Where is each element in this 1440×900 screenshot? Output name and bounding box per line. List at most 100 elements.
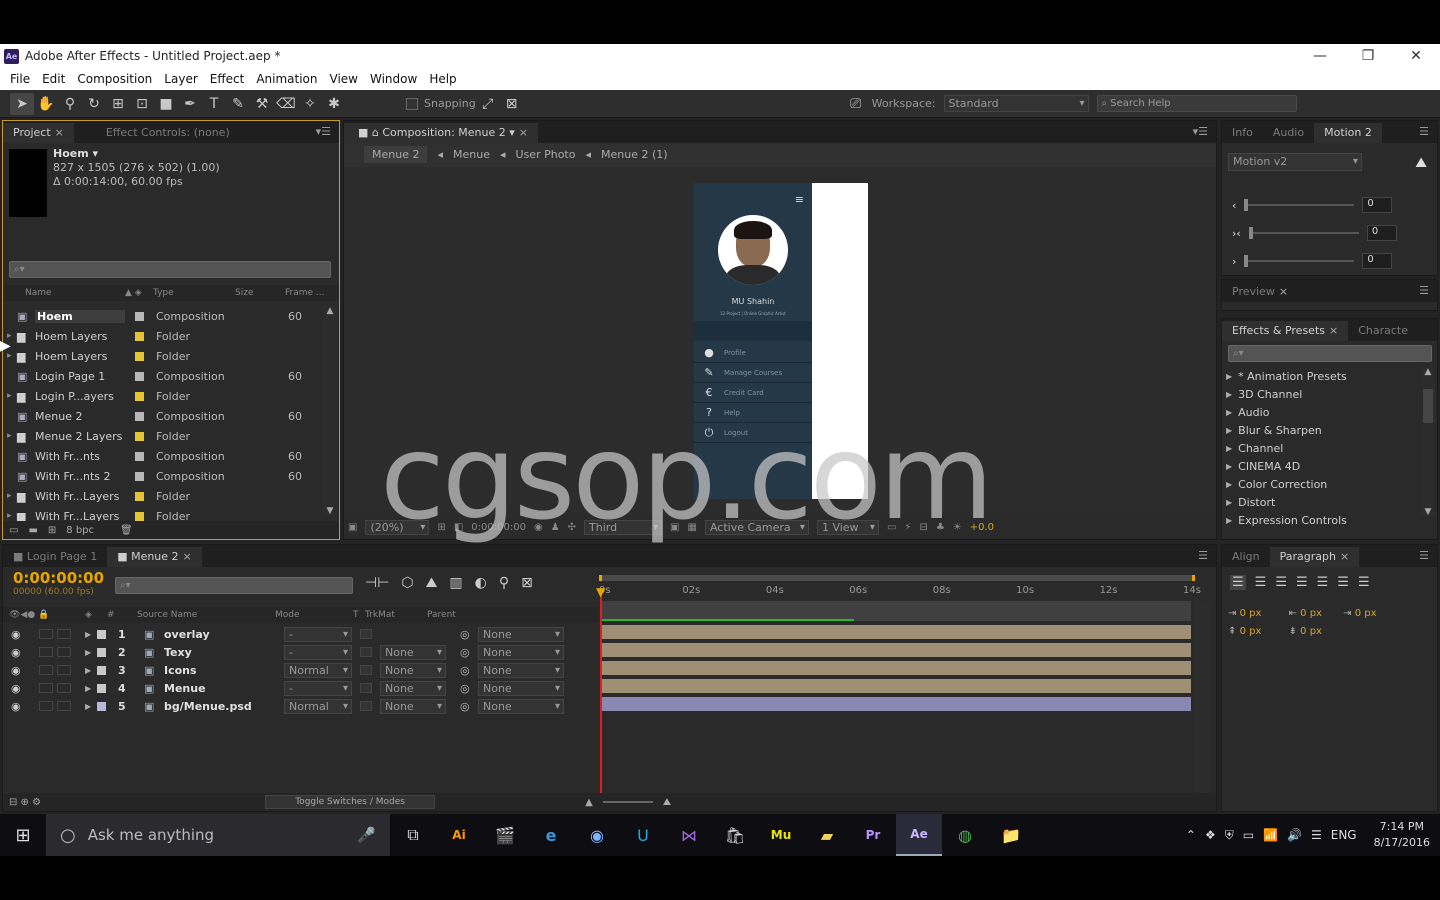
label-color-swatch[interactable] (135, 331, 144, 341)
close-icon[interactable]: × (519, 126, 528, 139)
pickwhip-icon[interactable]: ◎ (460, 664, 478, 677)
panel-menu-icon[interactable]: ☰ (1419, 125, 1429, 138)
volume-icon[interactable]: 🔊 (1287, 828, 1302, 842)
restore-button[interactable]: ❐ (1344, 44, 1392, 68)
pen-tool-icon[interactable]: ✒ (178, 93, 202, 115)
roto-brush-tool-icon[interactable]: ✧ (298, 93, 322, 115)
layer-duration-bar[interactable] (601, 679, 1191, 693)
chrome-icon[interactable]: ◍ (942, 814, 988, 856)
pickwhip-icon[interactable]: ◎ (460, 682, 478, 695)
visual-studio-icon[interactable]: ⋈ (666, 814, 712, 856)
label-color-swatch[interactable] (135, 391, 144, 401)
project-item[interactable]: ▸ ▆ Hoem Layers Folder (3, 326, 321, 346)
lock-switch-icon[interactable] (57, 701, 71, 711)
timeline-layer-row[interactable]: ◉ ▶ 1 ▣ overlay- ◎None (3, 625, 597, 643)
snap-edges-icon[interactable]: ⤢ (476, 93, 500, 115)
solo-icon[interactable] (39, 647, 53, 657)
lock-switch-icon[interactable] (57, 683, 71, 693)
project-item[interactable]: ▸ ▆ Menue 2 Layers Folder (3, 426, 321, 446)
item-name[interactable]: Hoem ▾ (53, 147, 220, 161)
expand-arrow-icon[interactable]: ▶ (1226, 408, 1232, 417)
lock-switch-icon[interactable] (57, 665, 71, 675)
notifications-icon[interactable]: ☰ (1311, 828, 1322, 842)
layer-mode-select[interactable]: - (284, 644, 352, 660)
zoom-out-icon[interactable]: ▲ (585, 797, 593, 808)
menu-help[interactable]: Help (423, 72, 462, 86)
slider-1[interactable] (1244, 199, 1355, 211)
layer-mode-select[interactable]: - (284, 680, 352, 696)
trkmat-select[interactable]: None (380, 698, 446, 714)
premiere-icon[interactable]: Pr (850, 814, 896, 856)
layer-name[interactable]: Menue (164, 682, 284, 695)
effects-category[interactable]: ▶ Distort (1226, 493, 1416, 511)
workspace-icon[interactable]: ⎚ (844, 93, 868, 115)
comp-mini-flowchart-icon[interactable]: ⊣⊢ (365, 575, 389, 591)
panel-menu-icon[interactable]: ☰ (1198, 549, 1208, 562)
panel-menu-icon[interactable]: ☰ (1419, 284, 1429, 297)
timeline-scrollbar[interactable] (1195, 601, 1211, 797)
justify-right-icon[interactable]: ☰ (1337, 575, 1349, 590)
tab-composition[interactable]: ■ ⌂ Composition: Menue 2 ▾ × (344, 123, 538, 143)
preserve-transparency-checkbox[interactable] (360, 665, 372, 675)
col-size[interactable]: Size (235, 288, 285, 298)
expand-arrow-icon[interactable]: ▶ (1226, 444, 1232, 453)
search-help-input[interactable]: ⌕ Search Help (1096, 95, 1297, 112)
project-item[interactable]: ▸ ▆ Hoem Layers Folder (3, 346, 321, 366)
layer-name[interactable]: overlay (164, 628, 284, 641)
preserve-transparency-checkbox[interactable] (360, 701, 372, 711)
preserve-transparency-checkbox[interactable] (360, 647, 372, 657)
col-mode[interactable]: Mode (275, 610, 353, 620)
lock-switch-icon[interactable] (57, 647, 71, 657)
hand-tool-icon[interactable]: ✋ (34, 93, 58, 115)
menu-file[interactable]: File (4, 72, 36, 86)
dropbox-icon[interactable]: ❖ (1205, 828, 1216, 842)
preserve-transparency-checkbox[interactable] (360, 629, 372, 639)
expand-arrow-icon[interactable]: ▶ (1226, 462, 1232, 471)
value-2[interactable]: 0 (1366, 225, 1397, 241)
close-icon[interactable]: × (1329, 324, 1338, 337)
graph-editor-icon[interactable]: ⚲ (499, 575, 509, 591)
layer-name[interactable]: bg/Menue.psd (164, 700, 284, 713)
solo-icon[interactable] (39, 683, 53, 693)
frame-blending-icon[interactable]: ▥ (449, 575, 462, 591)
camera-tool-icon[interactable]: ⊞ (106, 93, 130, 115)
menu-layer[interactable]: Layer (158, 72, 203, 86)
slider-3[interactable] (1244, 255, 1355, 267)
col-type[interactable]: Type (153, 288, 235, 298)
cinema4d-icon[interactable]: ◉ (574, 814, 620, 856)
panel-menu-icon[interactable]: ▾☰ (316, 125, 331, 138)
pickwhip-icon[interactable]: ◎ (460, 628, 478, 641)
pan-behind-tool-icon[interactable]: ⊡ (130, 93, 154, 115)
effects-search-input[interactable]: ⌕▾ (1228, 345, 1432, 362)
expand-arrow-icon[interactable]: ▶ (1226, 480, 1232, 489)
close-icon[interactable]: × (183, 550, 192, 563)
menu-effect[interactable]: Effect (204, 72, 251, 86)
brush-tool-icon[interactable]: ✎ (226, 93, 250, 115)
expand-arrow-icon[interactable]: ▶ (1226, 516, 1232, 525)
label-color-swatch[interactable] (135, 511, 144, 521)
rotate-tool-icon[interactable]: ↻ (82, 93, 106, 115)
parent-select[interactable]: None (478, 626, 564, 642)
zoom-in-icon[interactable]: ⛰ (663, 797, 671, 808)
clapper-icon[interactable]: 🎬 (482, 814, 528, 856)
project-scrollbar[interactable]: ▲ ▼ (323, 306, 337, 516)
col-name[interactable]: Name (25, 288, 125, 298)
expand-arrow-icon[interactable]: ▶ (1226, 372, 1232, 381)
layer-mode-select[interactable]: Normal (284, 698, 352, 714)
effects-category[interactable]: ▶ Blur & Sharpen (1226, 421, 1416, 439)
effects-category[interactable]: ▶ Audio (1226, 403, 1416, 421)
tab-info[interactable]: Info (1222, 123, 1263, 143)
language-indicator[interactable]: ENG (1331, 828, 1357, 842)
interpret-footage-icon[interactable]: ▭ (9, 525, 18, 536)
twirl-arrow-icon[interactable]: ▶ (85, 684, 97, 693)
layer-name[interactable]: Texy (164, 646, 284, 659)
tab-effect-controls[interactable]: Effect Controls: (none) (96, 123, 240, 143)
microphone-icon[interactable]: 🎤 (357, 826, 376, 844)
twirl-arrow-icon[interactable]: ▶ (85, 630, 97, 639)
parent-select[interactable]: None (478, 680, 564, 696)
shy-layers-icon[interactable]: ⛰ (426, 575, 438, 591)
task-view-icon[interactable]: ⧉ (390, 814, 436, 856)
eye-icon[interactable]: ◉ (11, 700, 39, 713)
preserve-transparency-checkbox[interactable] (360, 683, 372, 693)
solo-icon[interactable] (39, 701, 53, 711)
